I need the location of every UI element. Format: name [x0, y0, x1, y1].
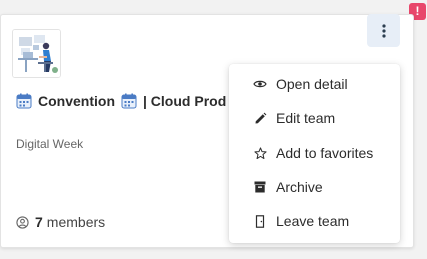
menu-item-add-to-favorites[interactable]: Add to favorites	[229, 136, 400, 170]
options-menu: Open detail Edit team Add to favorites A…	[229, 64, 400, 243]
more-options-button[interactable]	[367, 14, 400, 47]
kebab-vertical-icon	[381, 23, 386, 38]
team-title-part-1: Convention	[38, 93, 115, 109]
team-title[interactable]: Convention | Cloud Prod	[16, 91, 230, 111]
team-subtitle: Digital Week	[16, 137, 84, 151]
team-title-part-2: | Cloud Prod	[143, 93, 227, 109]
members-count: 7 members	[16, 214, 105, 230]
menu-item-label: Edit team	[276, 110, 336, 126]
eye-icon	[253, 77, 267, 91]
menu-item-archive[interactable]: Archive	[229, 170, 400, 204]
menu-item-label: Open detail	[276, 76, 348, 92]
menu-item-label: Add to favorites	[276, 145, 374, 161]
menu-item-leave-team[interactable]: Leave team	[229, 204, 400, 238]
illustration-image	[13, 30, 60, 77]
menu-item-edit-team[interactable]: Edit team	[229, 101, 400, 135]
menu-item-label: Archive	[276, 179, 323, 195]
pencil-icon	[253, 111, 267, 125]
user-circle-icon	[16, 215, 29, 229]
menu-item-open-detail[interactable]: Open detail	[229, 67, 400, 101]
members-count-value: 7	[35, 214, 43, 230]
team-thumbnail	[12, 29, 61, 78]
page: ! Convention | Cloud Prod Digital Week 7…	[0, 0, 427, 259]
star-outline-icon	[253, 146, 267, 160]
calendar-icon	[16, 93, 32, 109]
menu-item-label: Leave team	[276, 213, 350, 229]
members-label: members	[46, 214, 106, 230]
archive-icon	[253, 180, 267, 194]
calendar-icon	[121, 93, 137, 109]
door-exit-icon	[253, 214, 267, 228]
